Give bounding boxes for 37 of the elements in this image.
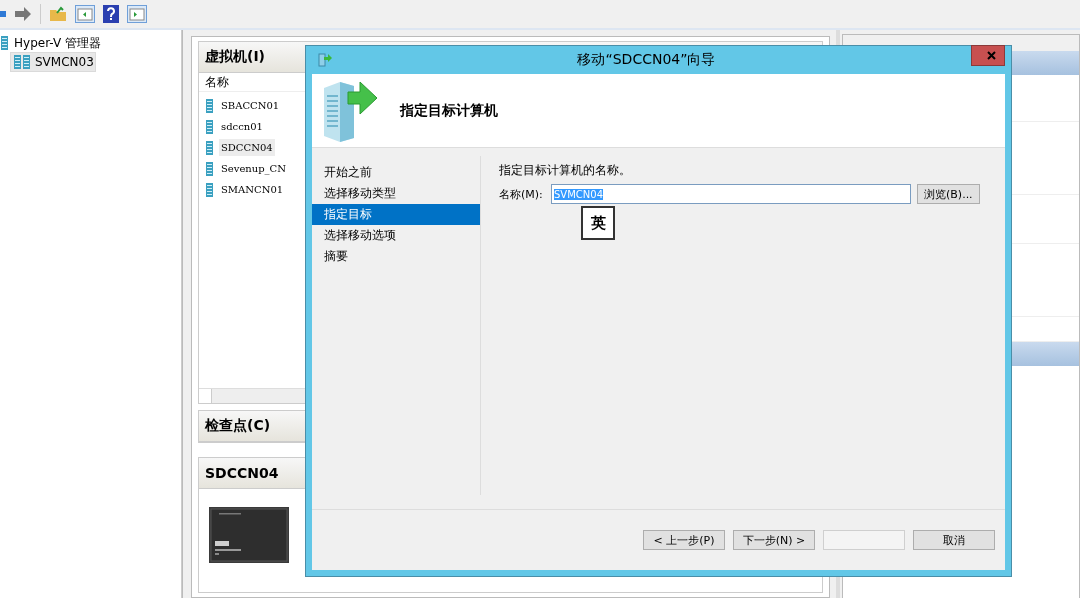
panel-icon[interactable] (75, 5, 95, 23)
wizard-heading: 指定目标计算机 (400, 101, 498, 120)
field-label: 名称(M): (499, 186, 544, 202)
wizard-step[interactable]: 选择移动类型 (312, 183, 480, 204)
wizard-button[interactable]: 下一步(N) > (733, 530, 815, 550)
tree-item[interactable]: SVMCN03 (10, 52, 96, 72)
wizard-step[interactable]: 摘要 (312, 246, 480, 267)
vm-row[interactable]: SBACCN01 (219, 97, 282, 114)
wizard-step[interactable]: 选择移动选项 (312, 225, 480, 246)
column-header[interactable]: 名称 (205, 73, 229, 91)
wizard-button[interactable]: 取消 (913, 530, 995, 550)
vm-row[interactable]: SDCCN04 (219, 139, 275, 156)
vm-row[interactable]: sdccn01 (219, 118, 265, 135)
server-icon (205, 181, 214, 198)
server-icon (205, 139, 214, 156)
vm-row[interactable]: Sevenup_CN (219, 160, 289, 177)
forward-icon[interactable] (14, 7, 32, 21)
vm-row[interactable]: SMANCN01 (219, 181, 286, 198)
tree-item[interactable]: Hyper-V 管理器 (14, 34, 101, 52)
server-icon (205, 118, 214, 135)
panel-icon[interactable] (127, 5, 147, 23)
prompt-text: 指定目标计算机的名称。 (499, 162, 632, 179)
wizard-button[interactable]: < 上一步(P) (643, 530, 725, 550)
help-icon[interactable] (103, 5, 119, 23)
browse-button[interactable]: 浏览(B)... (917, 184, 980, 204)
ime-indicator: 英 (581, 206, 615, 240)
server-icon (205, 97, 214, 114)
server-icon (13, 54, 31, 70)
wizard-step[interactable]: 开始之前 (312, 162, 480, 183)
server-icon (0, 35, 9, 51)
window-title: 移动“SDCCN04”向导 (576, 51, 717, 69)
server-icon (205, 160, 214, 177)
close-icon (986, 51, 996, 60)
wizard-icon (318, 53, 332, 67)
close-button[interactable] (971, 45, 1005, 66)
wizard-step[interactable]: 指定目标 (312, 204, 480, 225)
folder-icon[interactable] (49, 6, 67, 22)
